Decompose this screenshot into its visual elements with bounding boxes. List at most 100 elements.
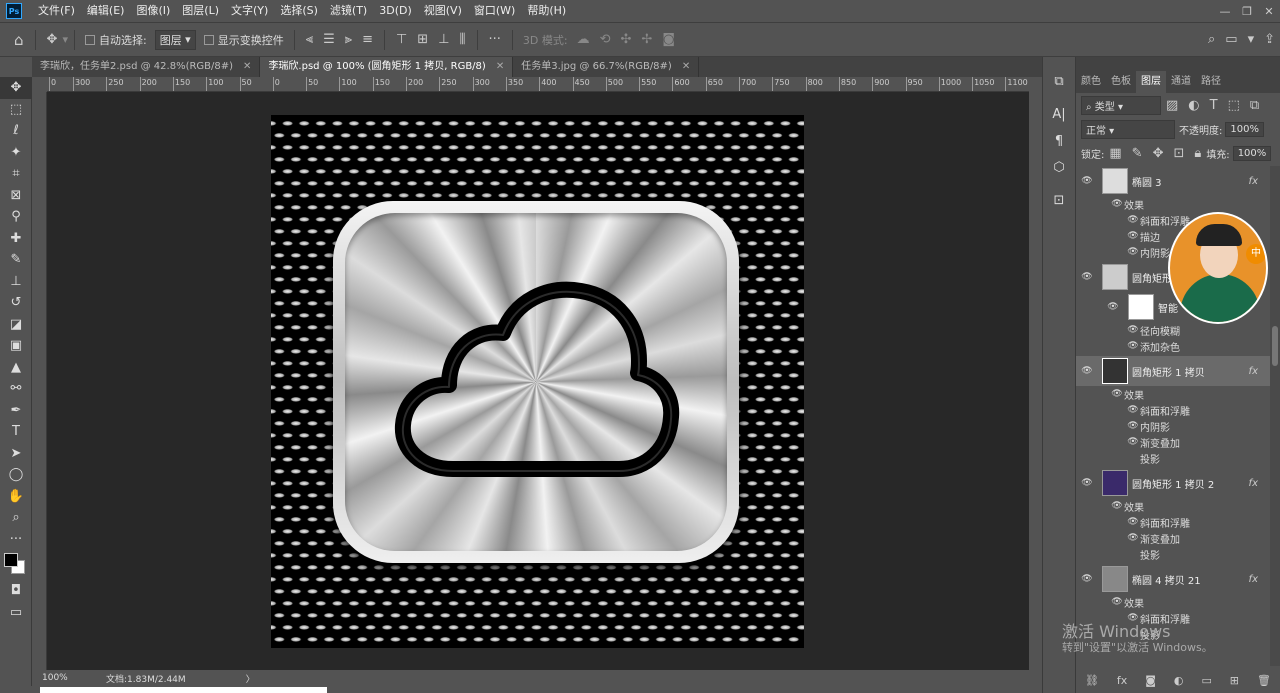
chevron-down-icon[interactable]: ▾ <box>62 33 68 46</box>
zoom-level[interactable]: 100% <box>32 673 76 683</box>
more-tools-icon[interactable]: ··· <box>0 529 32 551</box>
visibility-eye-icon[interactable]: 👁︎ <box>1126 215 1140 225</box>
pixel-filter-icon[interactable]: ▨ <box>1166 98 1178 113</box>
effect-name[interactable]: 投影 <box>1140 547 1160 562</box>
stamp-tool-icon[interactable]: ⊥ <box>0 271 32 293</box>
align-middle-icon[interactable]: ⊞ <box>417 32 428 47</box>
crop-tool-icon[interactable]: ⌗ <box>0 163 32 185</box>
layer-name[interactable]: 椭圆 4 拷贝 21 <box>1132 572 1201 587</box>
menu-edit[interactable]: 编辑(E) <box>81 0 131 22</box>
lock-paint-icon[interactable]: ✎ <box>1132 146 1143 161</box>
hand-tool-icon[interactable]: ✋ <box>0 486 32 508</box>
eraser-tool-icon[interactable]: ◪ <box>0 314 32 336</box>
new-group-icon[interactable]: ▭ <box>1201 674 1211 687</box>
link-layers-icon[interactable]: ⛓ <box>1085 674 1099 687</box>
type-filter-icon[interactable]: T <box>1210 98 1218 113</box>
rounded-rectangle-layer[interactable] <box>333 201 739 563</box>
tab-paths[interactable]: 路径 <box>1196 71 1226 93</box>
tab-document[interactable]: 任务单3.jpg @ 66.7%(RGB/8#) ✕ <box>513 57 700 77</box>
path-select-tool-icon[interactable]: ➤ <box>0 443 32 465</box>
visibility-eye-icon[interactable]: 👁︎ <box>1076 366 1098 376</box>
3d-orbit-icon[interactable]: ☁ <box>577 32 590 47</box>
marquee-tool-icon[interactable]: ⬚ <box>0 99 32 121</box>
ruler-vertical[interactable] <box>32 92 47 672</box>
visibility-eye-icon[interactable]: 👁︎ <box>1126 533 1140 543</box>
show-transform-checkbox[interactable]: 显示变换控件 <box>203 32 284 48</box>
color-swatches[interactable] <box>0 550 31 580</box>
fx-icon[interactable]: fx <box>1249 478 1258 489</box>
visibility-eye-icon[interactable]: 👁︎ <box>1110 501 1124 511</box>
close-icon[interactable]: ✕ <box>496 61 504 72</box>
tab-channels[interactable]: 通道 <box>1166 71 1196 93</box>
zoom-tool-icon[interactable]: ⌕ <box>0 507 32 529</box>
ruler-horizontal[interactable]: 0 300 250 200 150 100 50 0 50 100 150 200 250 300 350 4… <box>47 77 1029 92</box>
3d-roll-icon[interactable]: ⟲ <box>600 32 611 47</box>
visibility-eye-icon[interactable]: 👁︎ <box>1102 302 1124 312</box>
scroll-thumb[interactable] <box>1272 326 1278 366</box>
align-right-icon[interactable]: ⫸ <box>345 32 352 47</box>
layer-row-selected[interactable]: 👁︎ 圆角矩形 1 拷贝 fx <box>1076 356 1270 386</box>
quick-mask-icon[interactable]: ◘ <box>0 580 32 602</box>
adjustment-filter-icon[interactable]: ◐ <box>1188 98 1199 113</box>
visibility-eye-icon[interactable]: 👁︎ <box>1076 478 1098 488</box>
adjustment-layer-icon[interactable]: ◐ <box>1174 674 1184 687</box>
tab-color[interactable]: 颜色 <box>1076 71 1106 93</box>
auto-select-dropdown[interactable]: 图层 ▾ <box>154 29 196 50</box>
menu-window[interactable]: 窗口(W) <box>468 0 521 22</box>
checkbox-icon[interactable] <box>84 34 95 45</box>
3d-slide-icon[interactable]: ✢ <box>641 32 652 47</box>
distribute-vertical-icon[interactable]: ⫼ <box>460 32 466 47</box>
close-icon[interactable]: ✕ <box>243 61 251 72</box>
move-tool-icon[interactable]: ✥ <box>0 77 32 99</box>
align-bottom-icon[interactable]: ⊥ <box>438 32 449 47</box>
healing-brush-tool-icon[interactable]: ✚ <box>0 228 32 250</box>
effect-name[interactable]: 斜面和浮雕 <box>1140 403 1190 418</box>
distribute-icon[interactable]: ≡ <box>362 32 373 47</box>
minimize-button[interactable]: — <box>1214 5 1236 18</box>
visibility-eye-icon[interactable]: 👁︎ <box>1076 176 1098 186</box>
visibility-eye-icon[interactable]: 👁︎ <box>1126 325 1140 335</box>
menu-select[interactable]: 选择(S) <box>274 0 324 22</box>
effect-name[interactable]: 内阴影 <box>1140 245 1170 260</box>
effect-name[interactable]: 斜面和浮雕 <box>1140 213 1190 228</box>
align-center-icon[interactable]: ☰ <box>323 32 335 47</box>
auto-select-checkbox[interactable]: 自动选择: <box>84 32 147 48</box>
lock-artboard-icon[interactable]: ⊡ <box>1173 146 1184 161</box>
foreground-color-swatch[interactable] <box>4 553 18 567</box>
close-icon[interactable]: ✕ <box>682 61 690 72</box>
screen-mode-icon[interactable]: ▭ <box>0 602 32 624</box>
tab-swatches[interactable]: 色板 <box>1106 71 1136 93</box>
filter-name[interactable]: 添加杂色 <box>1140 339 1180 354</box>
lock-pixels-icon[interactable]: ▦ <box>1109 146 1121 161</box>
dodge-tool-icon[interactable]: ⚯ <box>0 378 32 400</box>
properties-icon[interactable]: ⊡ <box>1043 184 1075 217</box>
lasso-tool-icon[interactable]: ℓ <box>0 120 32 142</box>
close-button[interactable]: ✕ <box>1258 5 1280 18</box>
document-canvas[interactable] <box>271 115 804 648</box>
fx-icon[interactable]: fx <box>1249 366 1258 377</box>
align-left-icon[interactable]: ⫷ <box>306 32 313 47</box>
tab-document-active[interactable]: 李瑞欣.psd @ 100% (圆角矩形 1 拷贝, RGB/8) ✕ <box>260 57 514 77</box>
move-tool-icon[interactable]: ✥ <box>47 32 58 47</box>
menu-image[interactable]: 图像(I) <box>130 0 176 22</box>
new-layer-icon[interactable]: ⊞ <box>1230 674 1239 687</box>
menu-type[interactable]: 文字(Y) <box>225 0 274 22</box>
menu-view[interactable]: 视图(V) <box>418 0 468 22</box>
floating-avatar-widget[interactable]: 中 <box>1168 212 1268 324</box>
more-options-button[interactable]: ··· <box>489 32 501 47</box>
add-mask-icon[interactable]: ◙ <box>1145 674 1156 687</box>
3d-icon[interactable]: ⬡ <box>1043 151 1075 184</box>
layer-name[interactable]: 圆角矩形 1 拷贝 2 <box>1132 476 1214 491</box>
canvas-area[interactable] <box>47 92 1029 670</box>
visibility-eye-icon[interactable]: 👁︎ <box>1110 597 1124 607</box>
chevron-down-icon[interactable]: ▾ <box>1248 32 1255 47</box>
layer-row[interactable]: 👁︎ 椭圆 4 拷贝 21 fx <box>1076 564 1270 594</box>
type-tool-icon[interactable]: T <box>0 421 32 443</box>
effect-name[interactable]: 内阴影 <box>1140 419 1170 434</box>
paragraph-icon[interactable]: ¶ <box>1043 131 1075 151</box>
layer-row[interactable]: 👁︎ 椭圆 3 fx <box>1076 166 1270 196</box>
history-brush-tool-icon[interactable]: ↺ <box>0 292 32 314</box>
filter-name[interactable]: 径向模糊 <box>1140 323 1180 338</box>
3d-pan-icon[interactable]: ✣ <box>621 32 632 47</box>
ellipse-tool-icon[interactable]: ◯ <box>0 464 32 486</box>
